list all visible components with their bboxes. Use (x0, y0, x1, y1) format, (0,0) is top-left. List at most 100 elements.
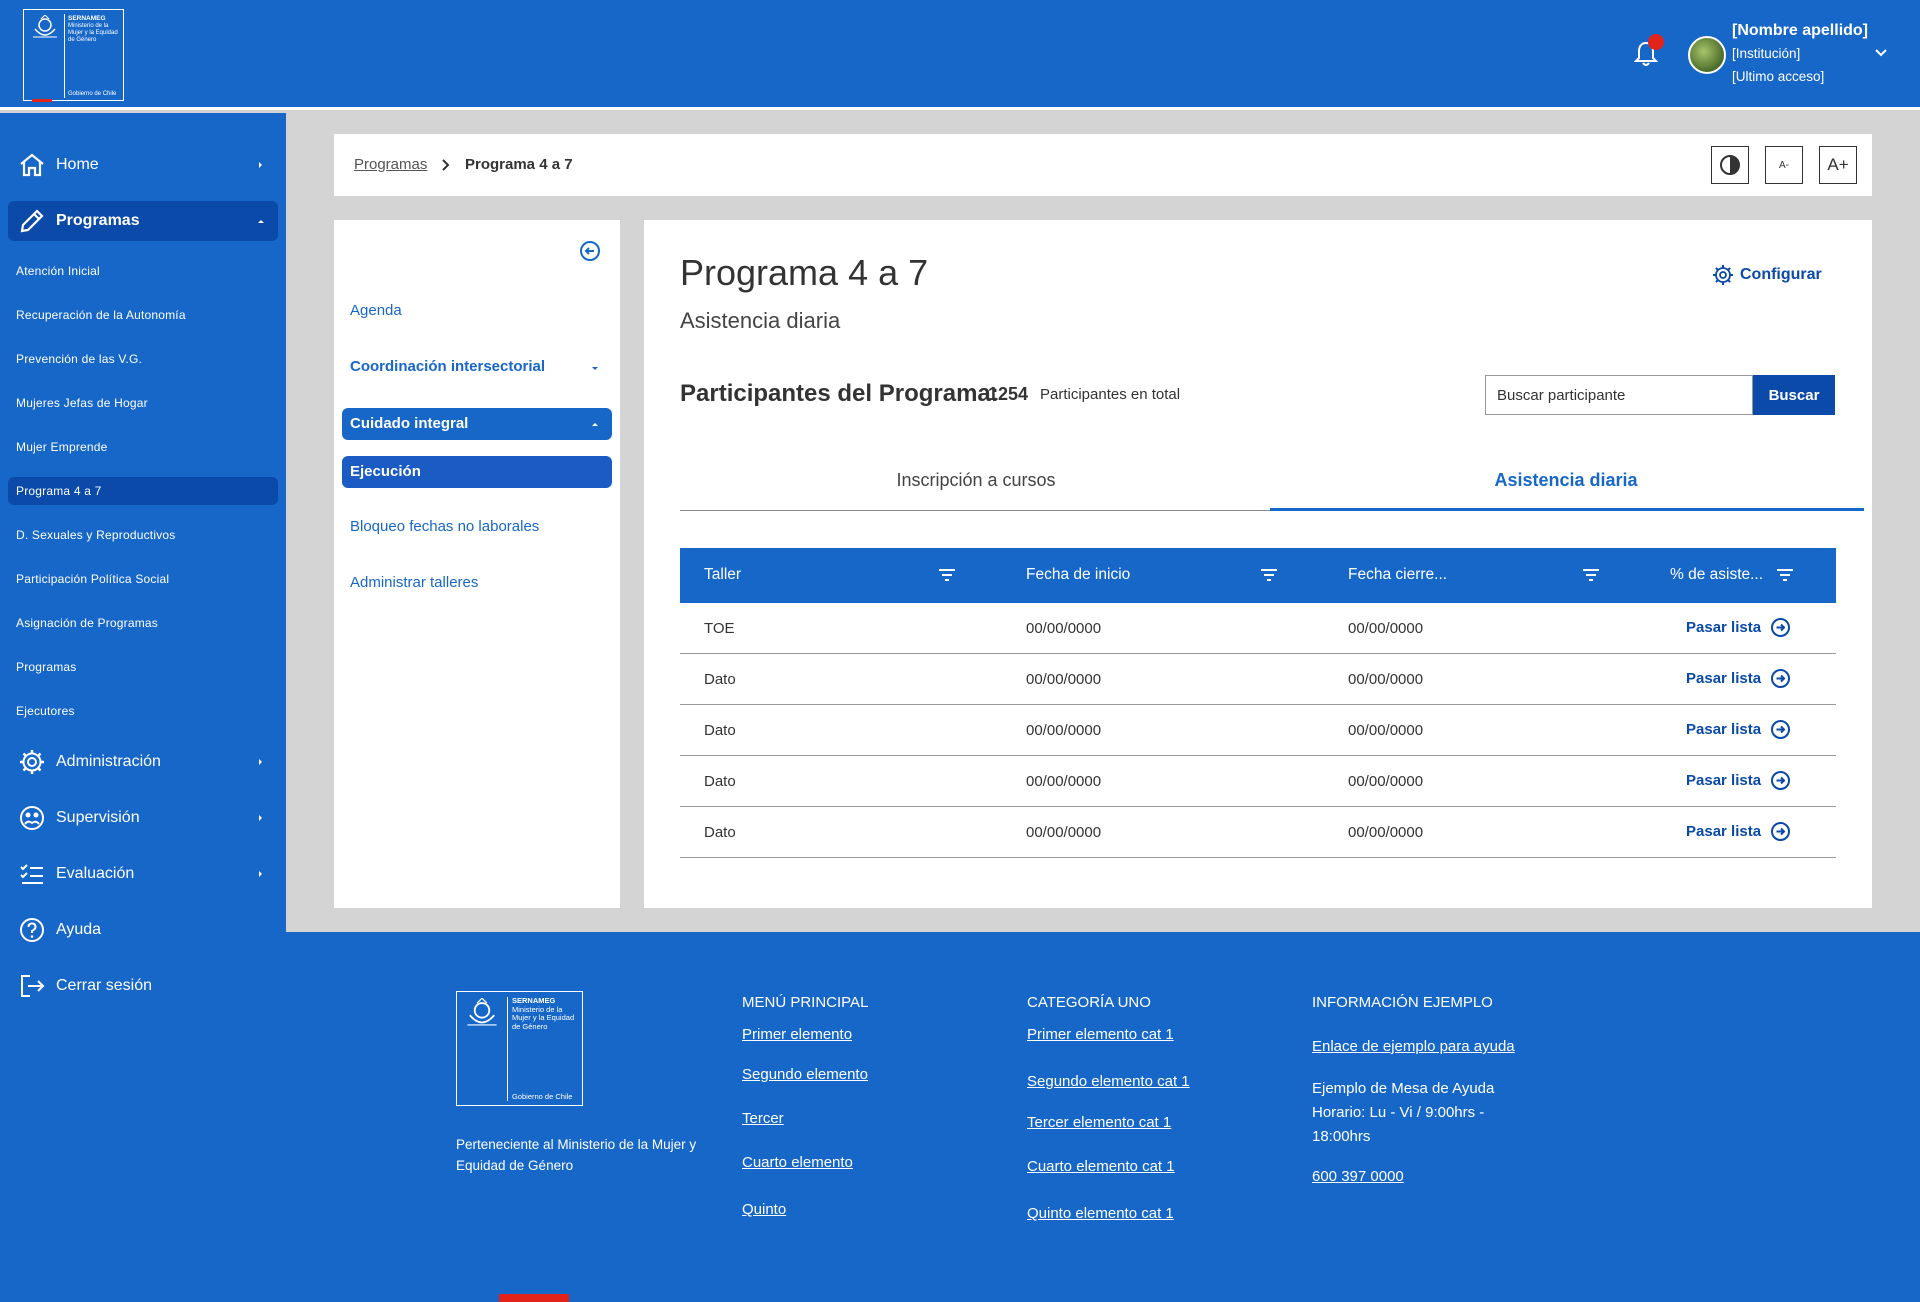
pasar-lista-link[interactable]: Pasar lista (1686, 770, 1791, 791)
footer-category-link[interactable]: Primer elemento cat 1 (1027, 1026, 1174, 1043)
footer-menu-link[interactable]: Primer elemento (742, 1026, 852, 1043)
sidebar-subitem-atencion-inicial[interactable]: Atención Inicial (8, 257, 278, 285)
table-row: Dato 00/00/0000 00/00/0000 Pasar lista (680, 654, 1836, 705)
search-button[interactable]: Buscar (1753, 375, 1835, 415)
participants-label: Participantes del Programa: (680, 380, 999, 407)
menu-item-administrar-talleres[interactable]: Administrar talleres (350, 574, 478, 591)
caret-down-icon (592, 367, 598, 370)
footer-category-link[interactable]: Quinto elemento cat 1 (1027, 1205, 1174, 1222)
arrow-circle-right-icon (1771, 669, 1791, 688)
sidebar-subitem-prevencion[interactable]: Prevención de las V.G. (8, 345, 278, 373)
table-row: TOE 00/00/0000 00/00/0000 Pasar lista (680, 603, 1836, 654)
footer-menu-link[interactable]: Segundo elemento (742, 1066, 868, 1083)
sidebar-item-administracion[interactable]: Administración (8, 742, 278, 782)
sidebar-subitem-programas[interactable]: Programas (8, 653, 278, 681)
footer-category-title: CATEGORÍA UNO (1027, 994, 1151, 1011)
footer-menu-link[interactable]: Cuarto elemento (742, 1154, 853, 1171)
cell-taller: Dato (704, 722, 736, 739)
pasar-lista-label: Pasar lista (1686, 721, 1762, 738)
filter-icon[interactable] (1260, 568, 1278, 582)
chevron-down-icon[interactable] (1874, 46, 1888, 60)
cell-fecha-inicio: 00/00/0000 (1026, 722, 1102, 739)
sidebar-item-cerrar-sesion[interactable]: Cerrar sesión (8, 966, 278, 1006)
configure-button[interactable]: Configurar (1712, 264, 1822, 286)
cell-taller: Dato (704, 773, 736, 790)
filter-icon[interactable] (938, 568, 956, 582)
user-institution: [Institución] (1732, 46, 1801, 61)
footer-menu-link[interactable]: Quinto (742, 1201, 786, 1218)
logo-text: SERNAMEG Ministerio de la Mujer y la Equi… (68, 15, 123, 44)
pasar-lista-link[interactable]: Pasar lista (1686, 821, 1791, 842)
collapse-arrow-icon[interactable] (579, 240, 601, 262)
contrast-icon (1720, 155, 1740, 175)
pasar-lista-link[interactable]: Pasar lista (1686, 617, 1791, 638)
chile-crest-icon (33, 15, 57, 38)
footer-menu-link[interactable]: Tercer (742, 1110, 784, 1127)
menu-item-ejecucion[interactable]: Ejecución (342, 456, 612, 488)
user-last-access: [Ultimo acceso] (1732, 69, 1825, 84)
user-info[interactable]: [Nombre apellido] [Institución] [Ultimo … (1732, 20, 1868, 88)
pencil-icon (20, 209, 44, 233)
sidebar-subitem-asignacion[interactable]: Asignación de Programas (8, 609, 278, 637)
table-header: Taller Fecha de inicio Fecha cierre... %… (680, 548, 1836, 603)
tab-inscripcion-cursos[interactable]: Inscripción a cursos (680, 470, 1272, 491)
avatar[interactable] (1688, 36, 1726, 74)
sidebar-subitem-mujer-emprende[interactable]: Mujer Emprende (8, 433, 278, 461)
page-subtitle: Asistencia diaria (680, 308, 841, 333)
contrast-button[interactable] (1711, 146, 1749, 184)
pasar-lista-link[interactable]: Pasar lista (1686, 668, 1791, 689)
pasar-lista-label: Pasar lista (1686, 823, 1762, 840)
sidebar-item-home[interactable]: Home (8, 145, 278, 185)
font-increase-button[interactable]: A+ (1819, 146, 1857, 184)
logo-divider (507, 997, 508, 1101)
breadcrumb-current: Programa 4 a 7 (465, 156, 573, 173)
cell-fecha-cierre: 00/00/0000 (1348, 722, 1424, 739)
page-title: Programa 4 a 7 (680, 252, 929, 293)
arrow-circle-right-icon (1771, 720, 1791, 739)
font-decrease-button[interactable]: A- (1765, 146, 1803, 184)
caret-up-icon (592, 423, 598, 426)
cell-fecha-cierre: 00/00/0000 (1348, 824, 1424, 841)
menu-item-agenda[interactable]: Agenda (350, 302, 402, 319)
cell-taller: Dato (704, 824, 736, 841)
chevron-right-icon (259, 871, 262, 877)
filter-icon[interactable] (1776, 568, 1794, 582)
chile-crest-icon (467, 998, 497, 1026)
sidebar-item-supervision[interactable]: Supervisión (8, 798, 278, 838)
sidebar-subitem-d-sexuales[interactable]: D. Sexuales y Reproductivos (8, 521, 278, 549)
sernameg-logo[interactable]: SERNAMEG Ministerio de la Mujer y la Equi… (23, 9, 124, 102)
footer-help-link[interactable]: Enlace de ejemplo para ayuda (1312, 1038, 1515, 1055)
sidebar-item-evaluacion[interactable]: Evaluación (8, 854, 278, 894)
footer-phone-link[interactable]: 600 397 0000 (1312, 1168, 1404, 1185)
arrow-circle-right-icon (1771, 822, 1791, 841)
pasar-lista-link[interactable]: Pasar lista (1686, 719, 1791, 740)
sidebar-subitem-ejecutores[interactable]: Ejecutores (8, 697, 278, 725)
menu-item-coordinacion[interactable]: Coordinación intersectorial (350, 358, 545, 375)
chevron-right-icon (442, 159, 450, 171)
sidebar-item-programas[interactable]: Programas (8, 201, 278, 241)
footer-logo-gov: Gobierno de Chile (512, 1092, 573, 1101)
configure-label: Configurar (1740, 266, 1822, 283)
search-input[interactable] (1485, 375, 1753, 415)
filter-icon[interactable] (1582, 568, 1600, 582)
column-header-taller: Taller (704, 566, 742, 583)
cell-fecha-inicio: 00/00/0000 (1026, 773, 1102, 790)
sidebar-item-label: Programas (56, 212, 140, 229)
sidebar-subitem-participacion[interactable]: Participación Política Social (8, 565, 278, 593)
breadcrumb-link-programas[interactable]: Programas (354, 156, 427, 173)
main-content-card: Programa 4 a 7 Asistencia diaria Configu… (644, 220, 1872, 908)
sidebar-subitem-programa-4a7[interactable]: Programa 4 a 7 (8, 477, 278, 505)
menu-item-cuidado-integral[interactable]: Cuidado integral (342, 408, 612, 440)
sidebar-item-label: Administración (56, 753, 161, 770)
menu-item-bloqueo-fechas[interactable]: Bloqueo fechas no laborales (350, 518, 539, 535)
logo-org: SERNAMEG (68, 15, 106, 22)
footer-category-link[interactable]: Segundo elemento cat 1 (1027, 1073, 1190, 1090)
tab-asistencia-diaria[interactable]: Asistencia diaria (1270, 470, 1862, 491)
sidebar-subitem-jefas-hogar[interactable]: Mujeres Jefas de Hogar (8, 389, 278, 417)
footer-category-link[interactable]: Cuarto elemento cat 1 (1027, 1158, 1175, 1175)
logo-divider (64, 14, 65, 98)
sidebar-subitem-recuperacion[interactable]: Recuperación de la Autonomía (8, 301, 278, 329)
sidebar-item-ayuda[interactable]: Ayuda (8, 910, 278, 950)
footer-logo[interactable]: SERNAMEG Ministerio de la Mujer y la Equi… (456, 991, 583, 1106)
footer-category-link[interactable]: Tercer elemento cat 1 (1027, 1114, 1171, 1131)
